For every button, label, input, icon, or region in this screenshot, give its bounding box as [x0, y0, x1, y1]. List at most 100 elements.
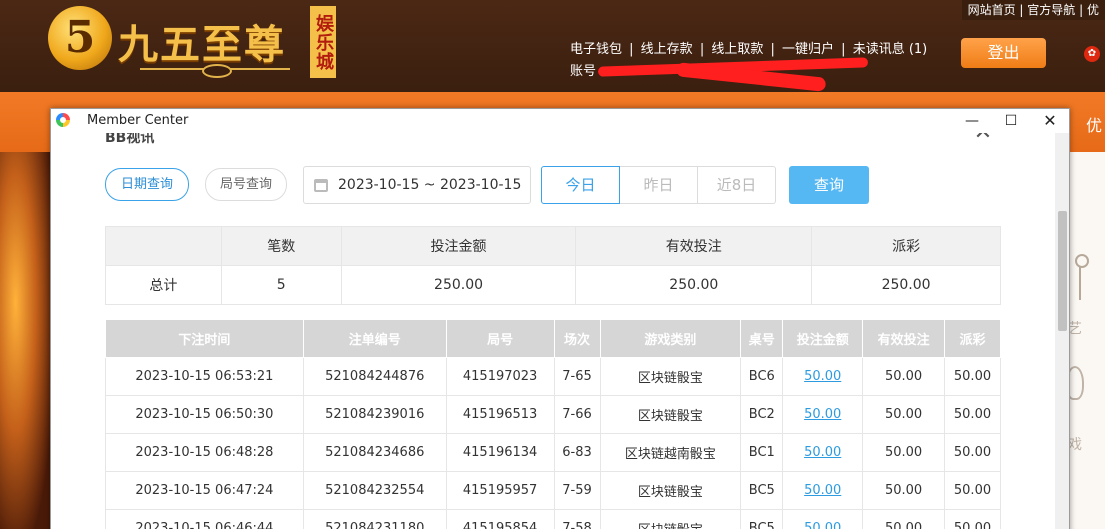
session: 6-83	[553, 433, 601, 472]
table-id: BC5	[740, 471, 784, 510]
bet-amount-link[interactable]: 50.00	[804, 483, 841, 498]
valid-bet: 50.00	[862, 433, 945, 472]
window-close-button[interactable]: ✕	[1031, 109, 1069, 133]
side-panel-label-1: 艺	[1068, 321, 1082, 337]
account-nav: 电子钱包 | 线上存款 | 线上取款 | 一键归户 | 未读讯息 (1)	[570, 42, 928, 57]
bet-amount-link[interactable]: 50.00	[804, 369, 841, 384]
dialog-close-icon[interactable]: ✕	[971, 133, 995, 145]
summary-cell: 总计	[105, 265, 222, 305]
bet-amount-cell: 50.00	[782, 395, 864, 434]
redaction-mark	[596, 56, 872, 86]
separator: |	[1079, 3, 1087, 17]
bet-amount-link[interactable]: 50.00	[804, 445, 841, 460]
top-link-nav[interactable]: 官方导航	[1027, 3, 1075, 17]
nav-link-wallet[interactable]: 电子钱包	[570, 42, 622, 57]
game-type: 区块链骰宝	[599, 471, 742, 510]
bet-detail-table: 下注时间 注单编号 局号 场次 游戏类别 桌号 投注金额 有效投注 派彩 202…	[105, 319, 1001, 529]
nav-link-consolidate[interactable]: 一键归户	[782, 42, 834, 57]
summary-cell: 250.00	[811, 265, 1001, 305]
bet-amount-cell: 50.00	[782, 357, 864, 396]
payout: 50.00	[944, 471, 1001, 510]
date-range-value: 2023-10-15 ~ 2023-10-15	[338, 177, 522, 193]
summary-header-row: 笔数 投注金额 有效投注 派彩	[105, 226, 1001, 266]
round-id: 415195854	[445, 509, 555, 529]
payout: 50.00	[944, 433, 1001, 472]
query-button[interactable]: 查询	[789, 166, 869, 204]
summary-header-cell: 有效投注	[575, 226, 813, 266]
bet-time: 2023-10-15 06:50:30	[105, 395, 304, 434]
today-button[interactable]: 今日	[541, 166, 620, 204]
summary-header-cell: 笔数	[220, 226, 342, 266]
nav-link-messages[interactable]: 未读讯息 (1)	[853, 42, 928, 57]
date-range-picker[interactable]: 2023-10-15 ~ 2023-10-15	[303, 166, 531, 204]
top-link-more[interactable]: 优	[1087, 3, 1099, 17]
summary-total-row: 总计 5 250.00 250.00 250.00	[105, 265, 1001, 305]
member-center-window: Member Center — ☐ ✕ BB视讯 ✕ 日期查询 局号查询 202…	[50, 108, 1070, 529]
bet-time: 2023-10-15 06:53:21	[105, 357, 304, 396]
table-row: 2023-10-15 06:48:28 521084234686 4151961…	[105, 433, 1001, 472]
vertical-scrollbar[interactable]	[1055, 133, 1069, 529]
signpost-icon[interactable]	[1072, 254, 1089, 304]
logo-tag: 娱乐城	[310, 6, 336, 78]
round-id: 415197023	[445, 357, 555, 396]
bet-amount-cell: 50.00	[782, 509, 864, 529]
top-link-home[interactable]: 网站首页	[968, 3, 1016, 17]
round-id: 415196134	[445, 433, 555, 472]
bet-time: 2023-10-15 06:47:24	[105, 471, 304, 510]
valid-bet: 50.00	[862, 471, 945, 510]
bet-time: 2023-10-15 06:48:28	[105, 433, 304, 472]
logo-badge-icon: 5	[48, 6, 112, 70]
last-8-days-button[interactable]: 近8日	[697, 166, 776, 204]
table-row: 2023-10-15 06:53:21 521084244876 4151970…	[105, 357, 1001, 396]
nav-link-deposit[interactable]: 线上存款	[641, 42, 693, 57]
site-header: 5 九五至尊 娱乐城 网站首页 | 官方导航 | 优 电子钱包 | 线上存款 |…	[0, 0, 1105, 92]
detail-header-row: 下注时间 注单编号 局号 场次 游戏类别 桌号 投注金额 有效投注 派彩	[105, 319, 1001, 358]
app-icon	[56, 113, 70, 127]
window-titlebar[interactable]: Member Center — ☐ ✕	[51, 109, 1069, 133]
calendar-icon	[314, 179, 328, 192]
summary-cell: 250.00	[575, 265, 813, 305]
round-id: 415195957	[445, 471, 555, 510]
detail-header-cell: 有效投注	[862, 319, 945, 358]
session: 7-65	[553, 357, 601, 396]
summary-header-cell: 投注金额	[340, 226, 577, 266]
payout: 50.00	[944, 509, 1001, 529]
date-query-button[interactable]: 日期查询	[105, 168, 189, 201]
top-links: 网站首页 | 官方导航 | 优	[961, 0, 1105, 20]
logout-button[interactable]: 登出	[961, 38, 1046, 68]
table-id: BC6	[740, 357, 784, 396]
side-panel-label-2: 戏	[1068, 437, 1082, 453]
detail-header-cell: 局号	[445, 319, 555, 358]
logo-ornament-icon	[140, 64, 290, 78]
section-title: BB视讯	[105, 133, 155, 146]
summary-cell: 250.00	[340, 265, 577, 305]
bet-id: 521084231180	[302, 509, 447, 529]
bet-time: 2023-10-15 06:46:44	[105, 509, 304, 529]
yesterday-button[interactable]: 昨日	[619, 166, 698, 204]
scrollbar-thumb[interactable]	[1058, 211, 1067, 331]
maximize-button[interactable]: ☐	[992, 109, 1030, 133]
table-id: BC2	[740, 395, 784, 434]
account-label: 账号	[570, 64, 597, 79]
window-title: Member Center	[87, 113, 189, 128]
nav-link-withdraw[interactable]: 线上取款	[711, 42, 763, 57]
game-type: 区块链骰宝	[599, 509, 742, 529]
table-row: 2023-10-15 06:50:30 521084239016 4151965…	[105, 395, 1001, 434]
detail-header-cell: 注单编号	[302, 319, 447, 358]
payout: 50.00	[944, 395, 1001, 434]
summary-header-cell: 派彩	[811, 226, 1001, 266]
round-query-button[interactable]: 局号查询	[205, 168, 287, 201]
bet-id: 521084244876	[302, 357, 447, 396]
band-nav-item[interactable]: 优	[1086, 112, 1102, 136]
right-side-panel	[1070, 152, 1105, 529]
site-logo[interactable]: 5 九五至尊 娱乐城	[48, 4, 338, 82]
bet-amount-link[interactable]: 50.00	[804, 521, 841, 529]
table-id: BC1	[740, 433, 784, 472]
summary-header-cell	[105, 226, 222, 266]
detail-header-cell: 游戏类别	[599, 319, 742, 358]
bet-amount-link[interactable]: 50.00	[804, 407, 841, 422]
hk-flag-icon[interactable]: ✿	[1084, 46, 1100, 62]
summary-table: 笔数 投注金额 有效投注 派彩 总计 5 250.00 250.00 250.0…	[105, 226, 1001, 305]
minimize-button[interactable]: —	[953, 109, 991, 133]
window-content: BB视讯 ✕ 日期查询 局号查询 2023-10-15 ~ 2023-10-15…	[51, 133, 1055, 529]
